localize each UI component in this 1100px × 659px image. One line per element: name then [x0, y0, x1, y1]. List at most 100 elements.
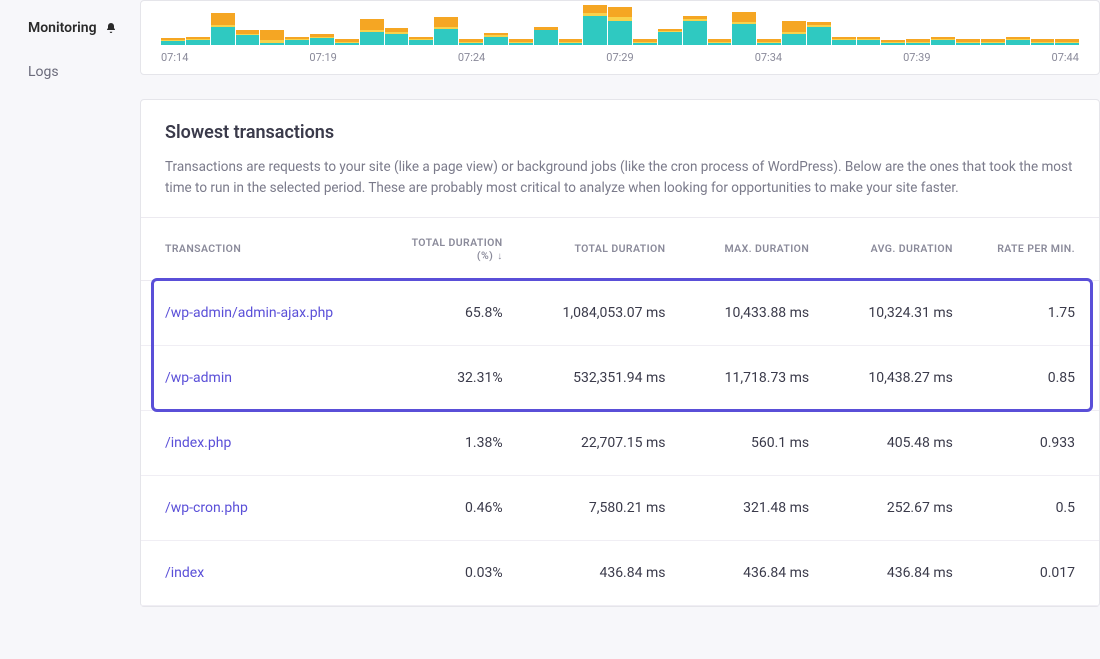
cell-rate: 0.85 [965, 345, 1099, 410]
chart-bar[interactable] [1006, 5, 1030, 45]
main-content: 07:1407:1907:2407:2907:3407:3907:44 Slow… [140, 0, 1100, 659]
cell-avg: 10,438.27 ms [821, 345, 965, 410]
x-tick: 07:29 [606, 51, 633, 64]
x-tick: 07:24 [458, 51, 485, 64]
chart-bar[interactable] [434, 5, 458, 45]
transaction-link[interactable]: /index [165, 565, 204, 581]
chart-card: 07:1407:1907:2407:2907:3407:3907:44 [140, 0, 1100, 75]
cell-rate: 1.75 [965, 280, 1099, 345]
chart-bar[interactable] [484, 5, 508, 45]
chart-bar[interactable] [161, 5, 185, 45]
cell-transaction: /wp-admin [141, 345, 390, 410]
chart-bar[interactable] [608, 5, 632, 45]
chart-bar[interactable] [360, 5, 384, 45]
chart-bar[interactable] [186, 5, 210, 45]
chart-bar[interactable] [509, 5, 533, 45]
cell-pct: 0.46% [390, 475, 515, 540]
col-avg-duration[interactable]: AVG. DURATION [821, 217, 965, 280]
cell-total: 436.84 ms [515, 540, 678, 605]
x-tick: 07:34 [755, 51, 782, 64]
chart-bar[interactable] [559, 5, 583, 45]
cell-rate: 0.017 [965, 540, 1099, 605]
cell-max: 436.84 ms [677, 540, 821, 605]
cell-max: 11,718.73 ms [677, 345, 821, 410]
cell-avg: 436.84 ms [821, 540, 965, 605]
chart-bar[interactable] [534, 5, 558, 45]
chart-bar[interactable] [583, 5, 607, 45]
table-row[interactable]: /wp-admin32.31%532,351.94 ms11,718.73 ms… [141, 345, 1099, 410]
chart-bar[interactable] [931, 5, 955, 45]
chart-bar[interactable] [1055, 5, 1079, 45]
chart-bar[interactable] [211, 5, 235, 45]
cell-total: 22,707.15 ms [515, 410, 678, 475]
table-row[interactable]: /index0.03%436.84 ms436.84 ms436.84 ms0.… [141, 540, 1099, 605]
cell-total: 532,351.94 ms [515, 345, 678, 410]
cell-avg: 10,324.31 ms [821, 280, 965, 345]
x-tick: 07:44 [1052, 51, 1079, 64]
panel-header: Slowest transactions Transactions are re… [141, 100, 1099, 217]
stacked-bar-chart [161, 1, 1079, 45]
slowest-transactions-panel: Slowest transactions Transactions are re… [140, 99, 1100, 607]
table-header-row: TRANSACTION TOTAL DURATION (%)↓ TOTAL DU… [141, 217, 1099, 280]
chart-bar[interactable] [1031, 5, 1055, 45]
chart-bar[interactable] [658, 5, 682, 45]
chart-bar[interactable] [260, 5, 284, 45]
col-total-duration-pct[interactable]: TOTAL DURATION (%)↓ [390, 217, 515, 280]
chart-bar[interactable] [732, 5, 756, 45]
chart-bar[interactable] [881, 5, 905, 45]
cell-pct: 65.8% [390, 280, 515, 345]
transaction-link[interactable]: /index.php [165, 435, 231, 451]
chart-bar[interactable] [807, 5, 831, 45]
cell-rate: 0.933 [965, 410, 1099, 475]
cell-max: 321.48 ms [677, 475, 821, 540]
col-rate-per-min[interactable]: RATE PER MIN. [965, 217, 1099, 280]
transaction-link[interactable]: /wp-admin [165, 370, 232, 386]
sidebar-item-logs[interactable]: Logs [28, 64, 140, 80]
cell-total: 1,084,053.07 ms [515, 280, 678, 345]
x-tick: 07:39 [903, 51, 930, 64]
chart-bar[interactable] [459, 5, 483, 45]
chart-bar[interactable] [981, 5, 1005, 45]
chart-bar[interactable] [832, 5, 856, 45]
transaction-link[interactable]: /wp-cron.php [165, 500, 248, 516]
sort-arrow-down-icon: ↓ [497, 251, 502, 262]
chart-bar[interactable] [683, 5, 707, 45]
col-total-duration[interactable]: TOTAL DURATION [515, 217, 678, 280]
chart-bar[interactable] [857, 5, 881, 45]
transaction-link[interactable]: /wp-admin/admin-ajax.php [165, 305, 333, 321]
chart-bar[interactable] [956, 5, 980, 45]
chart-bar[interactable] [409, 5, 433, 45]
transactions-table-wrap: TRANSACTION TOTAL DURATION (%)↓ TOTAL DU… [141, 217, 1099, 606]
bell-icon [105, 22, 117, 34]
cell-max: 10,433.88 ms [677, 280, 821, 345]
table-row[interactable]: /wp-admin/admin-ajax.php 65.8%1,084,053.0… [141, 280, 1099, 345]
chart-bar[interactable] [757, 5, 781, 45]
panel-description: Transactions are requests to your site (… [165, 157, 1075, 199]
chart-bar[interactable] [708, 5, 732, 45]
chart-x-axis: 07:1407:1907:2407:2907:3407:3907:44 [161, 45, 1079, 66]
chart-bar[interactable] [633, 5, 657, 45]
chart-bar[interactable] [285, 5, 309, 45]
cell-max: 560.1 ms [677, 410, 821, 475]
transactions-table: TRANSACTION TOTAL DURATION (%)↓ TOTAL DU… [141, 217, 1099, 606]
cell-rate: 0.5 [965, 475, 1099, 540]
cell-avg: 252.67 ms [821, 475, 965, 540]
table-row[interactable]: /wp-cron.php 0.46%7,580.21 ms321.48 ms252… [141, 475, 1099, 540]
cell-transaction: /wp-cron.php [141, 475, 390, 540]
chart-bar[interactable] [335, 5, 359, 45]
table-row[interactable]: /index.php1.38%22,707.15 ms560.1 ms405.4… [141, 410, 1099, 475]
cell-transaction: /wp-admin/admin-ajax.php [141, 280, 390, 345]
sidebar-item-monitoring[interactable]: Monitoring [28, 20, 140, 36]
chart-bar[interactable] [310, 5, 334, 45]
col-transaction[interactable]: TRANSACTION [141, 217, 390, 280]
chart-bar[interactable] [236, 5, 260, 45]
chart-bar[interactable] [906, 5, 930, 45]
chart-bar[interactable] [385, 5, 409, 45]
chart-bar[interactable] [782, 5, 806, 45]
col-max-duration[interactable]: MAX. DURATION [677, 217, 821, 280]
x-tick: 07:14 [161, 51, 188, 64]
cell-transaction: /index.php [141, 410, 390, 475]
cell-total: 7,580.21 ms [515, 475, 678, 540]
cell-pct: 0.03% [390, 540, 515, 605]
sidebar-item-label: Monitoring [28, 20, 97, 36]
